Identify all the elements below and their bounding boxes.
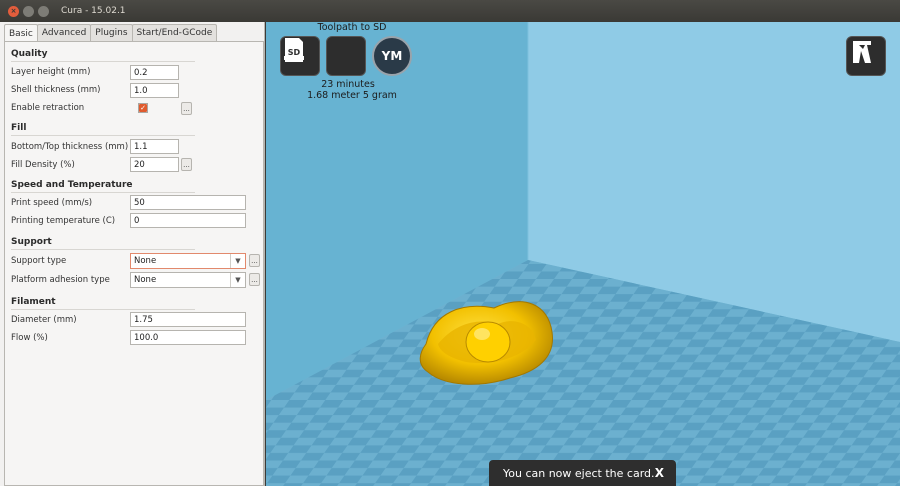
platform-adhesion-select[interactable]: None ▼ <box>130 272 246 288</box>
material-usage: 1.68 meter 5 gram <box>307 90 397 101</box>
top-toolbar: SD YM <box>280 36 412 76</box>
section-title-filament: Filament <box>11 297 56 307</box>
fill-density-more-button[interactable]: ... <box>181 158 192 171</box>
platform-adhesion-value: None <box>134 275 157 285</box>
print-speed-label: Print speed (mm/s) <box>11 198 93 208</box>
section-title-fill: Fill <box>11 123 27 133</box>
diameter-input[interactable]: 1.75 <box>130 312 246 327</box>
fill-density-input[interactable]: 20 <box>130 157 179 172</box>
window-maximize-button[interactable] <box>38 5 49 17</box>
section-title-support: Support <box>11 237 52 247</box>
section-separator <box>11 192 195 193</box>
print-time: 23 minutes <box>321 79 375 90</box>
chevron-down-icon[interactable]: ▼ <box>230 254 245 268</box>
settings-tabs: Basic Advanced Plugins Start/End-GCode <box>4 24 264 42</box>
title-bar: × Cura - 15.02.1 <box>0 0 900 22</box>
support-type-more-button[interactable]: ... <box>249 254 260 267</box>
3d-viewport[interactable]: Toolpath to SD SD YM 23 minutes 1.68 met… <box>266 22 900 486</box>
eject-notification: You can now eject the card. X <box>489 460 676 486</box>
tab-basic[interactable]: Basic <box>4 24 38 42</box>
platform-adhesion-more-button[interactable]: ... <box>249 273 260 286</box>
retraction-more-button[interactable]: ... <box>181 102 192 115</box>
support-type-label: Support type <box>11 256 67 266</box>
enable-retraction-checkbox[interactable]: ✓ <box>138 103 148 113</box>
view-mode-button[interactable] <box>846 36 886 76</box>
save-to-sd-button[interactable]: SD <box>285 36 366 76</box>
section-separator <box>11 309 195 310</box>
bottom-top-thickness-input[interactable]: 1.1 <box>130 139 179 154</box>
layer-height-input[interactable]: 0.2 <box>130 65 179 80</box>
section-separator <box>11 61 195 62</box>
printing-temperature-input[interactable]: 0 <box>130 213 246 228</box>
settings-panel: Basic Advanced Plugins Start/End-GCode Q… <box>0 22 265 486</box>
close-notification-button[interactable]: X <box>655 466 664 480</box>
basic-tab-content: Quality Layer height (mm) 0.2 Shell thic… <box>4 41 264 486</box>
print-speed-input[interactable]: 50 <box>130 195 246 210</box>
tab-plugins[interactable]: Plugins <box>90 24 133 41</box>
enable-retraction-label: Enable retraction <box>11 103 85 113</box>
tab-start-end-gcode[interactable]: Start/End-GCode <box>131 24 218 41</box>
sd-card-icon: SD <box>285 38 303 62</box>
bottom-top-thickness-label: Bottom/Top thickness (mm) <box>11 142 129 152</box>
printing-temperature-label: Printing temperature (C) <box>11 216 116 226</box>
section-title-quality: Quality <box>11 49 48 59</box>
support-type-value: None <box>134 256 157 266</box>
checkmark-icon: ✓ <box>139 104 147 112</box>
view-mode-icon <box>853 41 871 63</box>
youmagine-icon-label: YM <box>381 49 403 63</box>
window-close-button[interactable]: × <box>8 5 19 17</box>
diameter-label: Diameter (mm) <box>11 315 77 325</box>
fill-density-label: Fill Density (%) <box>11 160 75 170</box>
toolpath-label: Toolpath to SD <box>317 22 387 33</box>
section-separator <box>11 249 195 250</box>
flow-input[interactable]: 100.0 <box>130 330 246 345</box>
eject-message: You can now eject the card. <box>503 466 655 480</box>
tab-advanced[interactable]: Advanced <box>36 24 92 41</box>
shell-thickness-input[interactable]: 1.0 <box>130 83 179 98</box>
flow-label: Flow (%) <box>11 333 48 343</box>
chevron-down-icon[interactable]: ▼ <box>230 273 245 287</box>
section-separator <box>11 135 195 136</box>
window-controls: × <box>8 5 49 17</box>
section-title-speed: Speed and Temperature <box>11 180 133 190</box>
youmagine-button[interactable]: YM <box>372 36 412 76</box>
window-title: Cura - 15.02.1 <box>61 6 126 16</box>
window-minimize-button[interactable] <box>23 5 34 17</box>
layer-height-label: Layer height (mm) <box>11 67 91 77</box>
platform-adhesion-label: Platform adhesion type <box>11 275 110 285</box>
support-type-select[interactable]: None ▼ <box>130 253 246 269</box>
shell-thickness-label: Shell thickness (mm) <box>11 85 101 95</box>
sd-card-label: SD <box>288 48 301 57</box>
